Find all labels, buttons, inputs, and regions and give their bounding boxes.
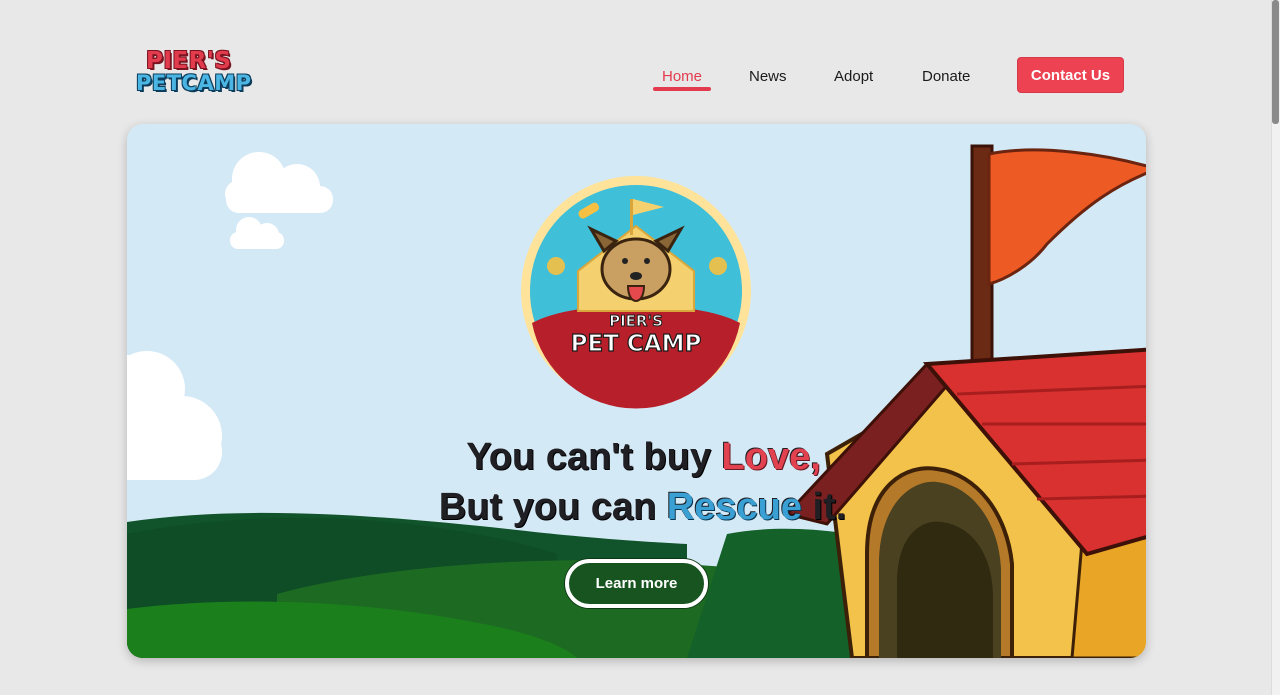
cloud-icon	[225, 152, 333, 213]
hero-love-word: Love,	[721, 436, 821, 478]
hero-line2-suffix: it.	[801, 486, 847, 528]
cloud-icon	[230, 217, 284, 249]
logo-line-2: PETCAMP	[136, 71, 252, 95]
nav-donate[interactable]: Donate	[922, 68, 970, 85]
badge-line-1: PIER'S	[609, 312, 663, 330]
nav-active-indicator	[653, 87, 711, 91]
nav-adopt[interactable]: Adopt	[834, 68, 873, 85]
hero-banner: PIER'S PET CAMP You can't buy Love, But …	[127, 124, 1146, 658]
site-logo[interactable]: PIER'S PETCAMP	[136, 48, 252, 102]
hero-line1-prefix: You can't buy	[466, 436, 722, 478]
scrollbar-thumb[interactable]	[1272, 0, 1279, 124]
hero-rescue-word: Rescue	[666, 486, 802, 528]
learn-more-button[interactable]: Learn more	[565, 559, 708, 608]
logo-line-1: PIER'S	[146, 48, 232, 74]
pier-pet-camp-badge: PIER'S PET CAMP	[521, 176, 751, 409]
hero-headline-line-1: You can't buy Love,	[127, 436, 1146, 479]
flag-icon	[987, 148, 1146, 286]
nav-home[interactable]: Home	[662, 68, 702, 85]
hero-headline-line-2: But you can Rescue it.	[127, 486, 1146, 529]
badge-line-2: PET CAMP	[571, 331, 702, 357]
contact-us-button[interactable]: Contact Us	[1017, 57, 1124, 93]
hero-line2-prefix: But you can	[438, 486, 667, 528]
page-scrollbar[interactable]	[1271, 0, 1280, 695]
nav-news[interactable]: News	[749, 68, 787, 85]
